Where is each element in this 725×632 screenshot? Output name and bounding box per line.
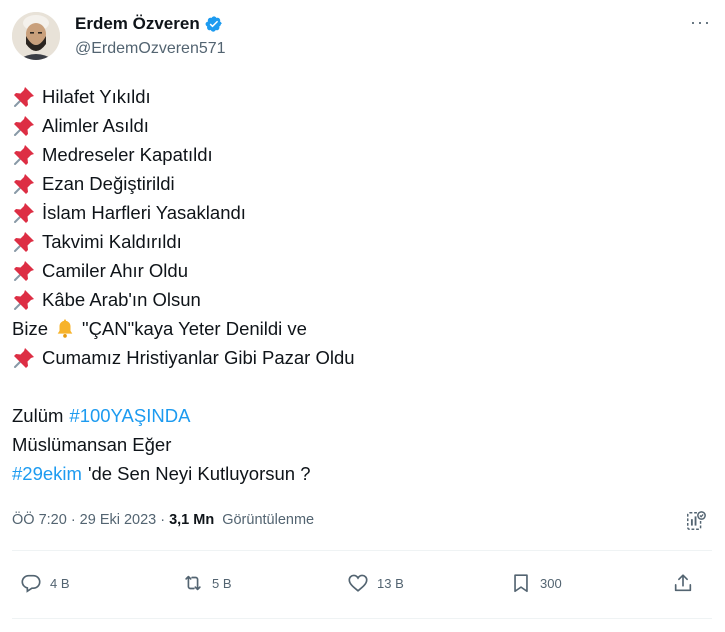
bookmark-count: 300	[540, 575, 562, 591]
pin-line: Takvimi Kaldırıldı	[12, 227, 702, 256]
zulum-text: Zulüm	[12, 405, 64, 426]
pin-line-text: Alimler Asıldı	[42, 115, 149, 136]
muslim-line: Müslümansan Eğer	[12, 430, 702, 459]
divider	[12, 618, 712, 619]
share-button[interactable]	[672, 572, 694, 594]
pin-line: Medreseler Kapatıldı	[12, 140, 702, 169]
pushpin-icon	[14, 289, 34, 310]
last-pin-line: Cumamız Hristiyanlar Gibi Pazar Oldu	[12, 343, 702, 372]
reply-count: 4 B	[50, 575, 70, 591]
pin-line: Alimler Asıldı	[12, 111, 702, 140]
meta-separator: ·	[70, 512, 76, 528]
bookmark-button[interactable]: 300	[510, 572, 562, 594]
analytics-icon[interactable]	[685, 510, 707, 532]
tweet-date[interactable]: 29 Eki 2023	[80, 512, 157, 528]
more-icon[interactable]: ···	[690, 12, 711, 33]
pin-line-text: Hilafet Yıkıldı	[42, 86, 151, 107]
pushpin-icon	[14, 115, 34, 136]
muslim-line-text: Müslümansan Eğer	[12, 434, 172, 455]
pin-line-text: Takvimi Kaldırıldı	[42, 231, 182, 252]
verified-badge-icon	[205, 16, 222, 32]
view-count: 3,1 Mn	[169, 512, 215, 528]
final-text: 'de Sen Neyi Kutluyorsun ?	[87, 463, 311, 484]
hashtag-100yasinda[interactable]: #100YAŞINDA	[69, 401, 190, 430]
bell-line: Bize "ÇAN"kaya Yeter Denildi ve	[12, 314, 702, 343]
avatar[interactable]	[12, 12, 60, 60]
like-count: 13 B	[377, 575, 404, 591]
pushpin-icon	[14, 144, 34, 165]
tweet-card: Erdem Özveren @ErdemOzveren571 ··· Hilaf…	[0, 0, 725, 632]
pushpin-icon	[14, 86, 34, 107]
pin-line: Ezan Değiştirildi	[12, 169, 702, 198]
user-handle[interactable]: @ErdemOzveren571	[75, 40, 226, 58]
bookmark-icon	[514, 574, 528, 593]
reply-button[interactable]: 4 B	[20, 572, 70, 594]
pin-line: Hilafet Yıkıldı	[12, 82, 702, 111]
hashtag-line-1: Zulüm #100YAŞINDA	[12, 401, 702, 430]
tweet-time[interactable]: ÖÖ 7:20	[12, 512, 67, 528]
reply-icon	[21, 574, 41, 593]
last-pin-line-text: Cumamız Hristiyanlar Gibi Pazar Oldu	[42, 347, 355, 368]
avatar-portrait-icon	[12, 12, 60, 60]
display-name[interactable]: Erdem Özveren	[75, 14, 200, 34]
views-label: Görüntülenme	[222, 512, 315, 528]
pin-line: Camiler Ahır Oldu	[12, 256, 702, 285]
hashtag-line-2: #29ekim 'de Sen Neyi Kutluyorsun ?	[12, 459, 702, 488]
action-bar: 4 B 5 B 13 B 300	[12, 568, 702, 604]
pin-line: İslam Harfleri Yasaklandı	[12, 198, 702, 227]
pin-line-text: İslam Harfleri Yasaklandı	[42, 202, 246, 223]
tweet-text: Hilafet Yıkıldı Alimler Asıldı Medreseler …	[12, 82, 702, 488]
pushpin-icon	[14, 202, 34, 223]
tweet-meta: ÖÖ 7:20 · 29 Eki 2023 · 3,1 Mn Görüntüle…	[12, 512, 314, 528]
retweet-icon	[185, 575, 201, 591]
pushpin-icon	[14, 173, 34, 194]
hashtag-29ekim[interactable]: #29ekim	[12, 459, 82, 488]
bell-line-after: "ÇAN"kaya Yeter Denildi ve	[82, 318, 307, 339]
pushpin-icon	[14, 231, 34, 252]
pushpin-icon	[14, 260, 34, 281]
retweet-button[interactable]: 5 B	[182, 572, 232, 594]
pin-line-text: Camiler Ahır Oldu	[42, 260, 188, 281]
name-row: Erdem Özveren	[75, 14, 223, 34]
share-icon	[674, 574, 692, 592]
pin-line-text: Kâbe Arab'ın Olsun	[42, 289, 201, 310]
pin-line: Kâbe Arab'ın Olsun	[12, 285, 702, 314]
pin-line-text: Medreseler Kapatıldı	[42, 144, 213, 165]
retweet-count: 5 B	[212, 575, 232, 591]
divider	[12, 550, 712, 551]
heart-icon	[348, 574, 368, 592]
meta-separator: ·	[160, 512, 166, 528]
pushpin-icon	[14, 347, 34, 368]
like-button[interactable]: 13 B	[347, 572, 404, 594]
bell-emoji-icon	[57, 318, 73, 338]
pin-line-text: Ezan Değiştirildi	[42, 173, 175, 194]
bell-line-before: Bize	[12, 318, 48, 339]
